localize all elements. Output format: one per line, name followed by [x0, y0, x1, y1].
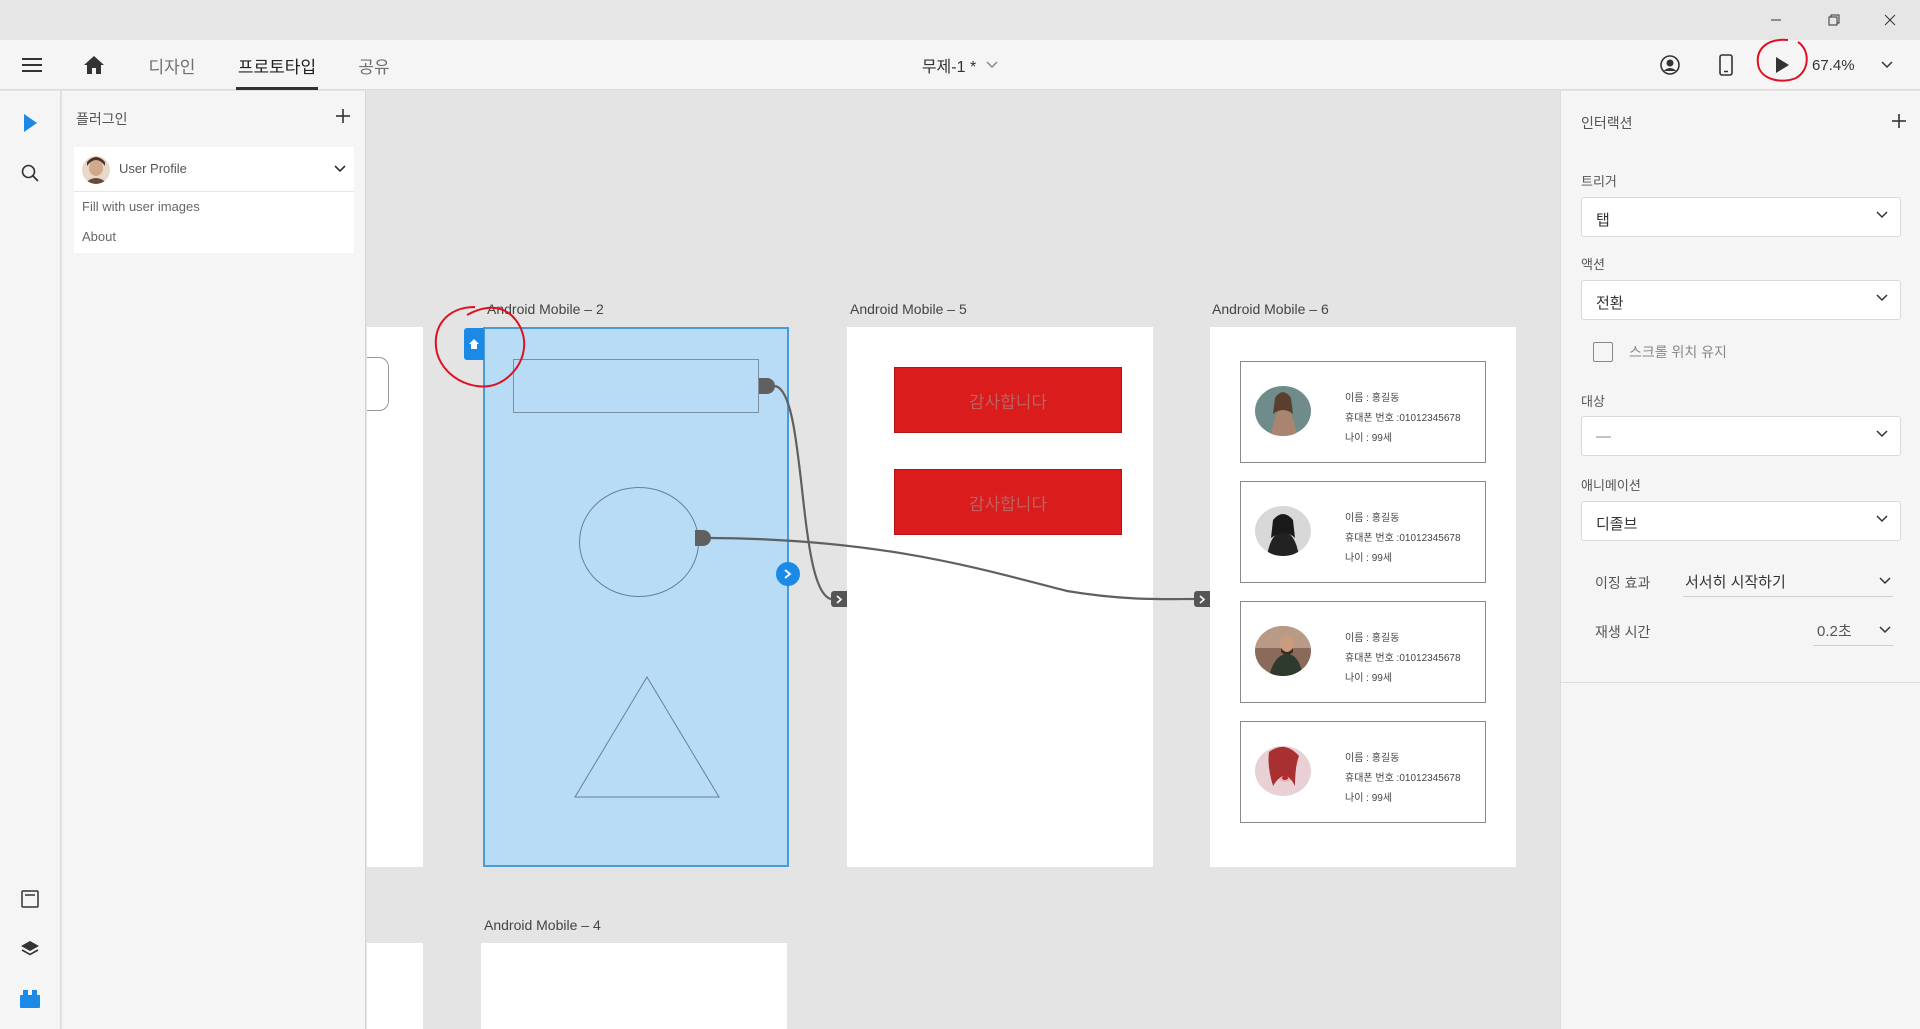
action-dropdown[interactable]: 전환 — [1581, 280, 1901, 320]
easing-dropdown[interactable]: 서서히 시작하기 — [1683, 563, 1893, 597]
chevron-down-icon — [1876, 430, 1888, 438]
layers-icon — [21, 941, 39, 956]
title-bar — [0, 0, 1920, 40]
interaction-title: 인터랙션 — [1581, 115, 1633, 131]
user-share-icon — [1660, 55, 1680, 75]
restore-button[interactable] — [1806, 0, 1862, 40]
destination-dropdown[interactable]: — — [1581, 416, 1901, 456]
plugin-item-about[interactable]: About — [82, 229, 116, 244]
document-title-menu[interactable]: 무제-1 * — [910, 40, 1010, 90]
action-label: 액션 — [1581, 257, 1605, 272]
chevron-down-icon — [1879, 626, 1891, 634]
tab-share[interactable]: 공유 — [356, 40, 392, 90]
duration-dropdown[interactable]: 0.2초 — [1813, 612, 1893, 646]
chevron-down-icon — [1876, 211, 1888, 219]
plugin-icon — [20, 990, 40, 1008]
top-toolbar: 디자인 프로토타입 공유 무제-1 * 67.4% — [0, 40, 1920, 90]
chevron-down-icon — [1879, 577, 1891, 585]
close-icon — [1884, 14, 1896, 26]
play-annotation-circle — [1756, 38, 1808, 82]
easing-label: 이징 효과 — [1595, 575, 1651, 591]
plugins-panel: 플러그인 User Profile Fill with user images … — [62, 91, 366, 1029]
plugin-header[interactable]: User Profile — [74, 147, 354, 192]
restore-icon — [1828, 14, 1840, 26]
chevron-down-icon — [986, 61, 998, 69]
tab-design[interactable]: 디자인 — [146, 40, 198, 90]
document-title: 무제-1 * — [921, 59, 977, 76]
destination-label: 대상 — [1581, 394, 1605, 409]
trigger-dropdown[interactable]: 탭 — [1581, 197, 1901, 237]
preserve-scroll-checkbox[interactable] — [1593, 342, 1613, 362]
add-plugin-button[interactable] — [332, 105, 354, 127]
chevron-down-icon — [1876, 294, 1888, 302]
assets-button[interactable] — [10, 879, 50, 919]
device-preview-button[interactable] — [1706, 40, 1746, 90]
user-testing-button[interactable] — [1650, 40, 1690, 90]
plugin-item-fill-images[interactable]: Fill with user images — [82, 199, 200, 214]
animation-dropdown[interactable]: 디졸브 — [1581, 501, 1901, 541]
hamburger-icon — [22, 58, 42, 72]
search-tool-button[interactable] — [10, 153, 50, 193]
panel-divider — [1561, 682, 1920, 683]
prototype-wires — [710, 384, 1195, 601]
chevron-down-icon — [1876, 515, 1888, 523]
animation-label: 애니메이션 — [1581, 478, 1641, 493]
menu-button[interactable] — [12, 40, 52, 90]
plus-icon — [1892, 114, 1906, 128]
plugins-title: 플러그인 — [76, 111, 128, 127]
home-icon — [84, 56, 104, 74]
minimize-icon — [1771, 19, 1781, 21]
tab-prototype[interactable]: 프로토타입 — [236, 40, 318, 90]
close-button[interactable] — [1862, 0, 1918, 40]
plugin-avatar — [82, 156, 110, 184]
mobile-icon — [1719, 54, 1733, 76]
duration-label: 재생 시간 — [1595, 624, 1651, 640]
chevron-down-icon — [1881, 61, 1893, 69]
preserve-scroll-label: 스크롤 위치 유지 — [1629, 344, 1727, 360]
canvas[interactable]: Android Mobile – 2 Android Mobile – 5 감사… — [367, 91, 1559, 1029]
interaction-panel: 인터랙션 트리거 탭 액션 전환 스크롤 위치 유지 대상 — 애니메이션 디졸… — [1560, 91, 1920, 1029]
chevron-down-icon — [334, 165, 346, 173]
zoom-menu[interactable]: 67.4% — [1812, 40, 1912, 90]
document-icon — [21, 890, 39, 908]
plugin-name: User Profile — [119, 161, 187, 176]
tool-rail — [0, 91, 61, 1029]
layers-button[interactable] — [10, 929, 50, 969]
plus-icon — [336, 109, 350, 123]
trigger-label: 트리거 — [1581, 174, 1617, 189]
select-tool-button[interactable] — [10, 103, 50, 143]
add-interaction-button[interactable] — [1889, 111, 1909, 131]
search-icon — [21, 164, 39, 182]
home-button[interactable] — [74, 40, 114, 90]
zoom-level: 67.4% — [1812, 56, 1855, 74]
plugin-card-user-profile: User Profile Fill with user images About — [74, 147, 354, 253]
pointer-icon — [24, 114, 37, 132]
plugins-button[interactable] — [10, 979, 50, 1019]
minimize-button[interactable] — [1748, 0, 1804, 40]
